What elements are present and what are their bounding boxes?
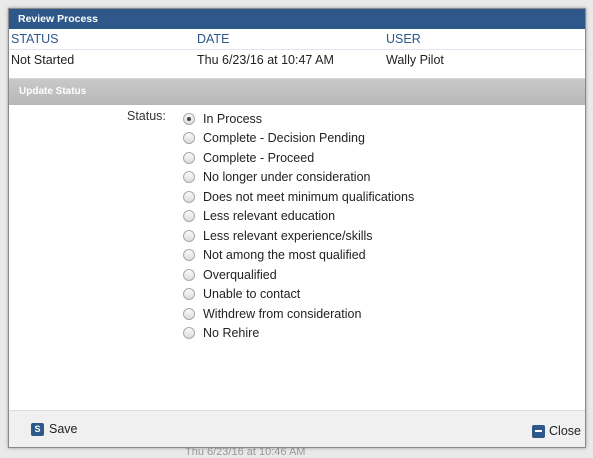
column-header-user: USER — [386, 32, 421, 46]
radio-button-icon[interactable] — [183, 190, 195, 203]
radio-option[interactable]: Withdrew from consideration — [183, 304, 414, 324]
radio-option[interactable]: Overqualified — [183, 265, 414, 285]
radio-option[interactable]: Less relevant experience/skills — [183, 226, 414, 246]
radio-button-icon[interactable] — [183, 171, 195, 184]
radio-option-label: Less relevant education — [203, 209, 336, 224]
table-row: Not Started Thu 6/23/16 at 10:47 AM Wall… — [9, 50, 585, 70]
radio-option[interactable]: Complete - Decision Pending — [183, 129, 414, 149]
close-label: Close — [549, 424, 581, 438]
radio-option-label: In Process — [203, 111, 263, 126]
radio-button-icon[interactable] — [183, 307, 195, 320]
radio-option-label: No longer under consideration — [203, 170, 371, 185]
panel-title: Review Process — [9, 9, 585, 29]
radio-option[interactable]: Less relevant education — [183, 207, 414, 227]
save-icon: S — [31, 422, 44, 436]
save-button[interactable]: S Save — [31, 422, 78, 436]
cell-date: Thu 6/23/16 at 10:47 AM — [197, 53, 334, 67]
radio-button-icon[interactable] — [183, 112, 195, 125]
close-icon — [532, 424, 546, 438]
radio-option[interactable]: No Rehire — [183, 324, 414, 344]
dialog-footer: S Save Close — [9, 410, 585, 447]
column-header-date: DATE — [197, 32, 230, 46]
radio-button-icon[interactable] — [183, 210, 195, 223]
review-process-dialog: Review Process STATUS DATE USER Not Star… — [8, 8, 586, 448]
status-radio-group: In Process Complete - Decision Pending Com… — [183, 109, 414, 343]
status-form: Status: In Process Complete - Decision Pe… — [9, 105, 585, 401]
update-status-header: Update Status — [9, 78, 585, 105]
save-label: Save — [49, 422, 78, 436]
radio-option-label: Overqualified — [203, 267, 277, 282]
radio-button-icon[interactable] — [183, 288, 195, 301]
radio-option-label: Complete - Decision Pending — [203, 131, 365, 146]
radio-option-label: No Rehire — [203, 326, 260, 341]
radio-option-label: Less relevant experience/skills — [203, 228, 373, 243]
radio-option-label: Withdrew from consideration — [203, 306, 362, 321]
radio-option-label: Does not meet minimum qualifications — [203, 189, 415, 204]
radio-option[interactable]: In Process — [183, 109, 414, 129]
radio-option-label: Unable to contact — [203, 287, 301, 302]
radio-option[interactable]: Not among the most qualified — [183, 246, 414, 266]
cell-status: Not Started — [11, 53, 75, 67]
radio-button-icon[interactable] — [183, 151, 195, 164]
cell-user: Wally Pilot — [386, 53, 444, 67]
radio-button-icon[interactable] — [183, 268, 195, 281]
close-button[interactable]: Close — [532, 424, 581, 438]
status-label: Status: — [127, 109, 166, 123]
radio-option-label: Complete - Proceed — [203, 150, 315, 165]
radio-option-label: Not among the most qualified — [203, 248, 366, 263]
radio-button-icon[interactable] — [183, 327, 195, 340]
radio-button-icon[interactable] — [183, 249, 195, 262]
radio-button-icon[interactable] — [183, 132, 195, 145]
radio-option[interactable]: No longer under consideration — [183, 168, 414, 188]
grid-header-row: STATUS DATE USER — [9, 29, 585, 50]
radio-option[interactable]: Complete - Proceed — [183, 148, 414, 168]
column-header-status: STATUS — [11, 32, 59, 46]
radio-option[interactable]: Does not meet minimum qualifications — [183, 187, 414, 207]
radio-option[interactable]: Unable to contact — [183, 285, 414, 305]
radio-button-icon[interactable] — [183, 229, 195, 242]
